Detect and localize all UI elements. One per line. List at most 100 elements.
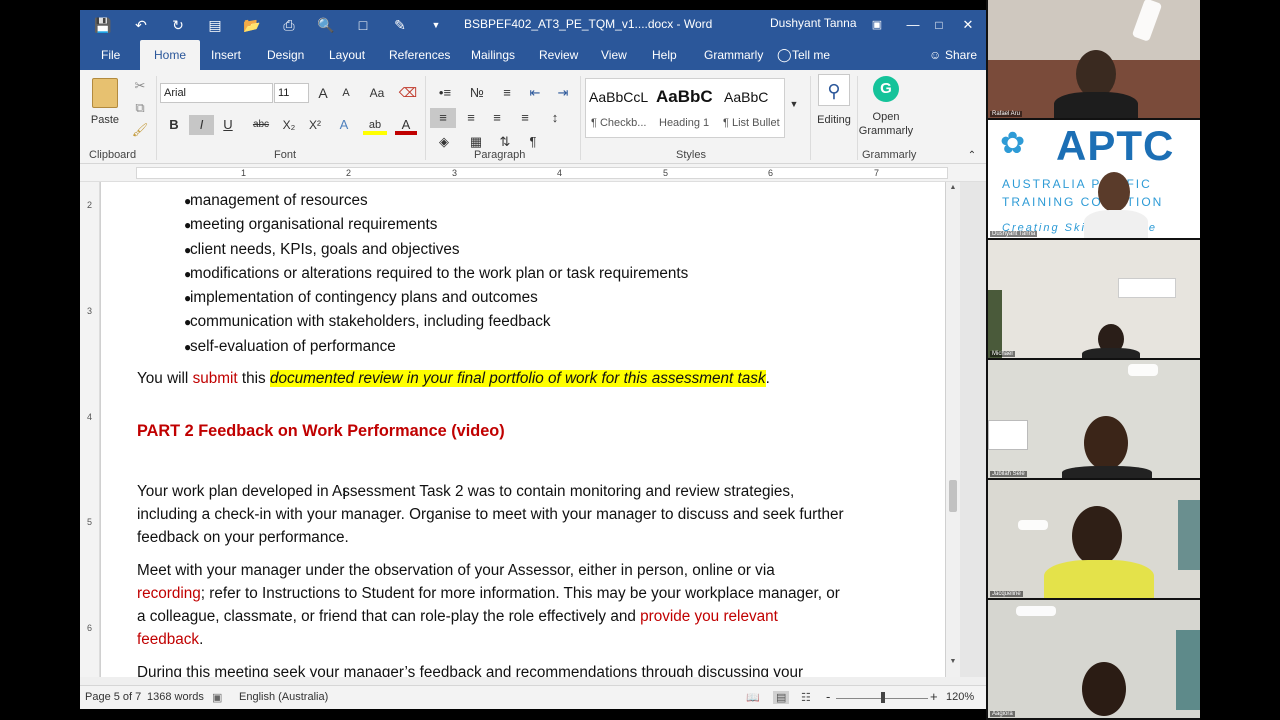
find-icon[interactable]: 🔍 [315,15,337,35]
tab-mailings[interactable]: Mailings [471,40,515,70]
numbering-icon[interactable]: № [464,83,490,103]
scroll-down-icon[interactable]: ▼ [948,658,958,668]
strikethrough-button[interactable]: abc [248,115,274,135]
user-name[interactable]: Dushyant Tanna [770,16,857,30]
tab-layout[interactable]: Layout [329,40,365,70]
tab-help[interactable]: Help [652,40,677,70]
background-window [1178,500,1200,570]
participant-tile[interactable]: ✿ APTC AUSTRALIA PACIFIC TRAINING COALIT… [988,120,1200,238]
copy-icon[interactable]: ⧉ [130,98,150,118]
multilevel-list-icon[interactable]: ≡ [494,83,520,103]
zoom-slider-thumb[interactable] [881,692,885,703]
document-page[interactable]: ● management of resources ● meeting orga… [100,182,946,677]
undo-icon[interactable]: ↶ [130,15,152,35]
open-grammarly-button[interactable]: Open Grammarly [858,110,914,140]
print-preview-icon[interactable]: ⎙ [278,15,300,35]
share-button[interactable]: Share [945,40,977,70]
text-effects-button[interactable]: A [334,115,354,135]
bold-button[interactable]: B [164,115,184,135]
section-heading: PART 2 Feedback on Work Performance (vid… [137,422,505,440]
tab-design[interactable]: Design [267,40,304,70]
proofing-icon[interactable]: ▣ [212,691,222,704]
scroll-up-icon[interactable]: ▲ [948,184,958,194]
tab-insert[interactable]: Insert [211,40,241,70]
vertical-scrollbar[interactable]: ▲ ▼ [946,182,960,677]
zoom-in-button[interactable]: + [930,689,938,704]
participant-tile[interactable]: Aagiora [988,600,1200,718]
bullets-icon[interactable]: •≡ [432,83,458,103]
underline-button[interactable]: U [218,115,238,135]
subscript-button[interactable]: X₂ [278,115,300,135]
tab-references[interactable]: References [389,40,450,70]
clear-formatting-icon[interactable]: ⌫ [397,83,419,103]
align-left-icon[interactable]: ≡ [430,108,456,128]
new-icon[interactable]: □ [352,15,374,35]
editing-button[interactable]: Editing [814,110,854,130]
minimize-icon[interactable]: — [900,14,926,36]
shrink-font-icon[interactable]: A [336,83,356,103]
save-as-icon[interactable]: ▤ [204,15,226,35]
line-spacing-icon[interactable]: ↕ [542,108,568,128]
tell-me-search[interactable]: Tell me [792,40,830,70]
vertical-ruler[interactable]: 2 3 4 5 6 [80,182,100,677]
participant-tile[interactable]: Rafael Aru [988,0,1200,118]
grammarly-icon[interactable]: G [873,76,899,102]
align-right-icon[interactable]: ≡ [486,108,508,128]
paste-icon[interactable] [92,78,118,108]
document-area: 2 3 4 5 6 ● management of resources ● me… [80,182,987,677]
decrease-indent-icon[interactable]: ⇤ [524,83,546,103]
page-count[interactable]: Page 5 of 7 [85,691,141,703]
word-count[interactable]: 1368 words [147,691,204,703]
participant-tile[interactable]: Jacqueline [988,480,1200,598]
collapse-ribbon-icon[interactable]: ⌃ [965,146,979,166]
title-bar: 💾 ↶ ↻ ▤ 📂 ⎙ 🔍 □ ✎ ▼ BSBPEF402_AT3_PE_TQM… [80,10,987,40]
paste-button[interactable]: Paste [86,110,124,130]
print-layout-icon[interactable]: ▤ [773,691,790,704]
participant-name: Aagiora [990,711,1015,717]
save-icon[interactable]: 💾 [92,15,114,35]
ruler-number: 2 [346,168,352,178]
ribbon-display-icon[interactable]: ▣ [864,14,890,36]
tab-view[interactable]: View [601,40,627,70]
shading-icon[interactable]: ◈ [432,132,456,152]
ruler-number: 2 [87,200,93,210]
highlight-button[interactable]: ab [363,115,387,135]
participant-tile[interactable]: Jubilah Sele [988,360,1200,478]
tab-file[interactable]: File [101,40,120,70]
maximize-icon[interactable]: □ [926,14,952,36]
close-icon[interactable]: ✕ [955,14,981,36]
tab-home[interactable]: Home [140,40,201,70]
font-name-combo[interactable]: Arial [160,83,273,103]
separator [810,76,811,160]
read-mode-icon[interactable]: 📖 [746,691,760,704]
zoom-out-button[interactable]: - [826,689,830,704]
increase-indent-icon[interactable]: ⇥ [552,83,574,103]
font-size-combo[interactable]: 11 [274,83,309,103]
zoom-level[interactable]: 120% [946,691,974,703]
scrollbar-thumb[interactable] [949,480,957,512]
text-run: ; refer to Instructions to Student for m… [200,585,840,602]
horizontal-ruler[interactable]: 1 2 3 4 5 6 7 [80,164,987,182]
horizontal-scrollbar[interactable] [80,677,987,685]
language[interactable]: English (Australia) [239,691,328,703]
open-icon[interactable]: 📂 [241,15,263,35]
styles-more-icon[interactable]: ▼ [786,94,802,114]
grow-font-icon[interactable]: A [313,83,333,103]
align-center-icon[interactable]: ≡ [460,108,482,128]
superscript-button[interactable]: X² [304,115,326,135]
comment-icon[interactable]: ✎ [389,15,411,35]
cut-icon[interactable]: ✂ [130,76,150,96]
web-layout-icon[interactable]: ☷ [801,691,811,704]
tab-grammarly[interactable]: Grammarly [704,40,763,70]
customize-icon[interactable]: ▼ [425,15,447,35]
font-color-button[interactable]: A [395,115,417,135]
participant-tile[interactable]: Michael [988,240,1200,358]
change-case-icon[interactable]: Aa [364,83,390,103]
ruler-number: 4 [557,168,563,178]
redo-icon[interactable]: ↻ [167,15,189,35]
tab-review[interactable]: Review [539,40,578,70]
justify-icon[interactable]: ≡ [514,108,536,128]
italic-button[interactable]: I [189,115,214,135]
search-icon[interactable]: ⚲ [818,74,850,106]
format-painter-icon[interactable]: 🖌 [130,120,150,140]
